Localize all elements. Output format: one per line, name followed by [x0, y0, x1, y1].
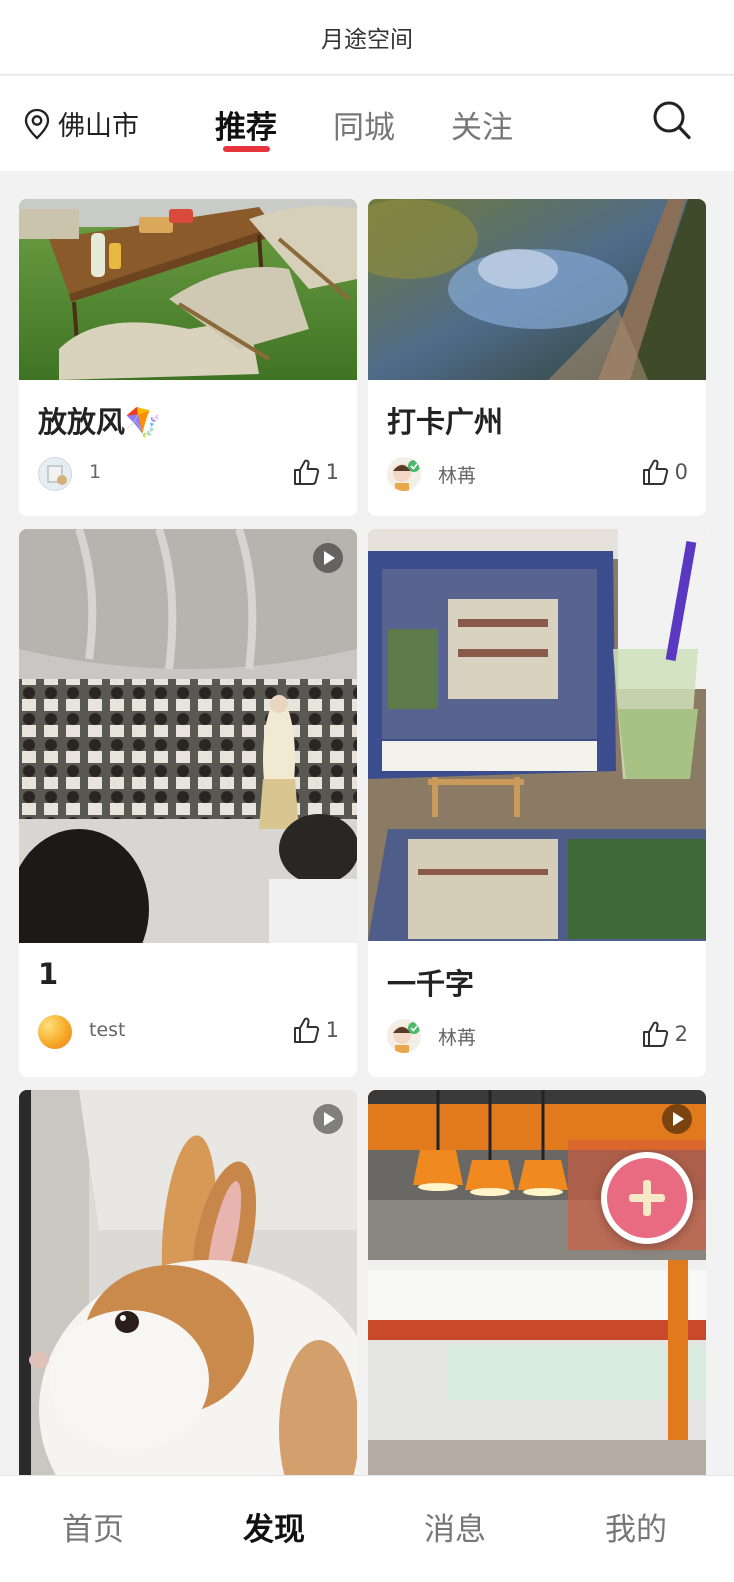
top-nav: 佛山市 推荐 同城 关注	[0, 76, 734, 171]
post-feed: 放放风🪁 1 1 打卡广州 林苒 0 1 test 1 一千字 林苒 2	[0, 171, 734, 1510]
avatar[interactable]	[38, 1015, 72, 1049]
post-card[interactable]: 打卡广州 林苒 0	[368, 199, 706, 516]
city-selector[interactable]: 佛山市	[24, 104, 139, 143]
author-name[interactable]: 林苒	[438, 461, 476, 488]
author-name[interactable]: test	[89, 1019, 126, 1041]
like-button[interactable]: 0	[641, 458, 688, 486]
add-post-button[interactable]	[601, 1152, 693, 1244]
post-title: 一千字	[387, 967, 475, 1001]
play-icon	[313, 1104, 343, 1134]
like-button[interactable]: 1	[292, 1016, 339, 1044]
avatar-image	[393, 1022, 420, 1053]
tab-home[interactable]: 首页	[62, 1504, 124, 1549]
thumbs-up-icon	[642, 459, 668, 485]
search-icon[interactable]	[652, 100, 692, 142]
thumbs-up-icon	[293, 1017, 319, 1043]
tab-following[interactable]: 关注	[451, 102, 513, 147]
tab-recommend[interactable]: 推荐	[215, 102, 277, 147]
post-title: 放放风🪁	[38, 405, 162, 439]
post-photo	[19, 199, 357, 380]
post-photo	[19, 529, 357, 943]
app-title: 月途空间	[321, 27, 413, 53]
play-icon	[313, 543, 343, 573]
photo-river	[368, 199, 706, 380]
like-count: 1	[325, 460, 339, 484]
post-photo	[19, 1090, 357, 1510]
post-card[interactable]: 放放风🪁 1 1	[19, 199, 357, 516]
post-photo	[368, 529, 706, 941]
app: 月途空间 佛山市 推荐 同城 关注 放放风🪁 1 1 打卡广州 林苒 0 1 t…	[0, 0, 734, 1582]
plus-icon	[607, 1158, 687, 1238]
post-card[interactable]: 1 test 1	[19, 529, 357, 1077]
tab-discover[interactable]: 发现	[243, 1504, 305, 1549]
like-button[interactable]: 2	[641, 1020, 688, 1048]
plus-glyph	[629, 1180, 665, 1216]
post-title: 打卡广州	[387, 405, 504, 439]
thumbs-up-icon	[642, 1021, 668, 1047]
like-count: 1	[325, 1018, 339, 1042]
like-count: 0	[674, 460, 688, 484]
avatar-image	[393, 460, 420, 491]
thumbs-up-icon	[293, 459, 319, 485]
post-photo	[368, 199, 706, 380]
post-title: 1	[38, 957, 59, 991]
photo-fashion-show	[19, 529, 357, 943]
tab-messages[interactable]: 消息	[424, 1504, 486, 1549]
photo-rabbit	[19, 1090, 357, 1510]
title-bar: 月途空间	[0, 0, 734, 75]
like-count: 2	[674, 1022, 688, 1046]
tab-local[interactable]: 同城	[333, 102, 395, 147]
avatar[interactable]	[387, 1019, 421, 1053]
photo-camping-table	[19, 199, 357, 380]
like-button[interactable]: 1	[292, 458, 339, 486]
city-name: 佛山市	[58, 111, 139, 142]
author-name[interactable]: 1	[89, 461, 101, 483]
play-icon	[662, 1104, 692, 1134]
bottom-tab-bar: 首页 发现 消息 我的	[0, 1475, 734, 1582]
tab-me[interactable]: 我的	[605, 1504, 667, 1549]
post-card[interactable]: 一千字 林苒 2	[368, 529, 706, 1077]
avatar[interactable]	[387, 457, 421, 491]
photo-jigsaw-puzzle	[368, 529, 706, 941]
avatar-image	[47, 465, 67, 485]
avatar[interactable]	[38, 457, 72, 491]
author-name[interactable]: 林苒	[438, 1023, 476, 1050]
location-pin-icon	[24, 108, 50, 140]
active-tab-indicator	[223, 146, 270, 152]
post-card[interactable]	[19, 1090, 357, 1510]
